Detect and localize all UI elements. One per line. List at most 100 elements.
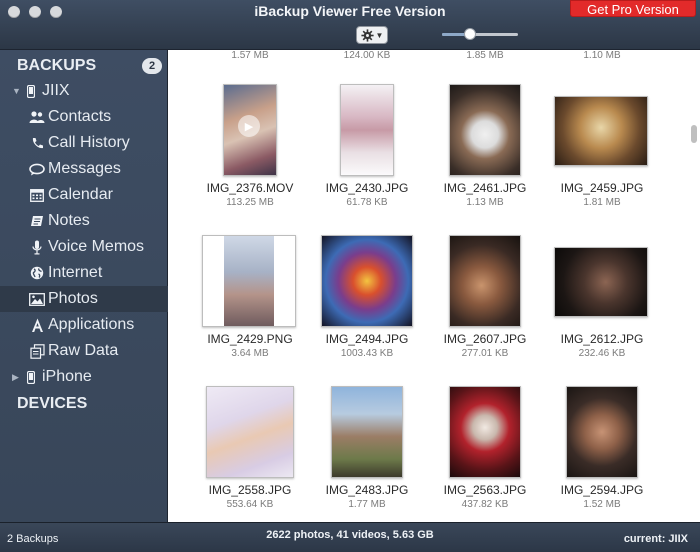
disclosure-collapsed-icon[interactable]: ▶: [12, 372, 22, 383]
photo-tile[interactable]: IMG_2594.JPG 1.52 MB: [546, 386, 658, 522]
phone-device-icon: [22, 368, 40, 386]
sidebar-item-label: Photos: [48, 290, 98, 307]
photo-thumbnail[interactable]: [321, 235, 413, 327]
vertical-scrollbar[interactable]: [691, 125, 697, 143]
sidebar-item-label: Messages: [48, 160, 121, 177]
sidebar-device-label: iPhone: [42, 368, 92, 385]
photo-tile[interactable]: IMG_2494.JPG 1003.43 KB: [311, 235, 423, 375]
file-size: 437.82 KB: [461, 499, 509, 510]
notes-icon: [28, 212, 46, 230]
file-size: 1.52 MB: [583, 499, 621, 510]
raw-data-icon: [28, 342, 46, 360]
sidebar-item-internet[interactable]: Internet: [0, 260, 168, 286]
sidebar-item-messages[interactable]: Messages: [0, 156, 168, 182]
photo-thumbnail[interactable]: [331, 386, 403, 478]
video-thumbnail[interactable]: ▶: [223, 84, 277, 176]
photo-thumbnail[interactable]: [202, 235, 296, 327]
sidebar-item-label: Voice Memos: [48, 238, 145, 255]
photo-tile[interactable]: IMG_2563.JPG 437.82 KB: [429, 386, 541, 522]
current-device-status: current: JIIX: [623, 533, 688, 545]
file-size: 1003.43 KB: [340, 348, 394, 359]
photo-tile[interactable]: IMG_2430.JPG 61.78 KB: [311, 84, 423, 224]
file-size: 1.81 MB: [583, 197, 621, 208]
sidebar-item-label: Applications: [48, 316, 135, 333]
get-pro-version-button[interactable]: Get Pro Version: [570, 0, 696, 17]
file-size: 61.78 KB: [346, 197, 388, 208]
sidebar-item-voice-memos[interactable]: Voice Memos: [0, 234, 168, 260]
title-bar: iBackup Viewer Free Version Get Pro Vers…: [0, 0, 700, 50]
photo-thumbnail[interactable]: [340, 84, 394, 176]
file-name: IMG_2429.PNG: [207, 332, 293, 346]
sidebar: BACKUPS 2 ▼ JIIX Contacts Call History M…: [0, 50, 168, 522]
sidebar-item-label: Calendar: [48, 186, 113, 203]
sidebar-item-call-history[interactable]: Call History: [0, 130, 168, 156]
file-size: 1.77 MB: [348, 499, 386, 510]
file-name: IMG_2563.JPG: [443, 483, 527, 497]
phone-device-icon: [22, 82, 40, 100]
photo-tile[interactable]: IMG_2612.JPG 232.46 KB: [546, 235, 658, 375]
photo-thumbnail[interactable]: [449, 84, 521, 176]
photo-thumbnail[interactable]: [554, 247, 648, 317]
thumbnail-size-slider[interactable]: [442, 28, 518, 40]
photo-tile[interactable]: ▶ IMG_2376.MOV 113.25 MB: [194, 84, 306, 224]
file-size: 1.85 MB: [466, 50, 504, 61]
photo-thumbnail[interactable]: [206, 386, 294, 478]
chevron-down-icon: ▼: [375, 30, 384, 40]
applications-icon: [28, 316, 46, 334]
settings-menu-button[interactable]: ▼: [356, 26, 388, 44]
disclosure-expanded-icon[interactable]: ▼: [12, 86, 22, 96]
sidebar-item-label: Notes: [48, 212, 90, 229]
microphone-icon: [28, 238, 46, 256]
phone-icon: [28, 134, 46, 152]
sidebar-item-label: Raw Data: [48, 342, 119, 359]
file-name: IMG_2483.JPG: [325, 483, 409, 497]
sidebar-item-label: Call History: [48, 134, 130, 151]
file-name: IMG_2607.JPG: [443, 332, 527, 346]
sidebar-item-calendar[interactable]: Calendar: [0, 182, 168, 208]
photo-thumbnail[interactable]: [449, 235, 521, 327]
photo-tile[interactable]: IMG_2461.JPG 1.13 MB: [429, 84, 541, 224]
photo-icon: [28, 290, 46, 308]
thumbnail-border: [203, 236, 224, 326]
globe-icon: [28, 264, 46, 282]
sidebar-item-contacts[interactable]: Contacts: [0, 104, 168, 130]
contacts-icon: [28, 108, 46, 126]
file-size: 277.01 KB: [461, 348, 509, 359]
file-size: 232.46 KB: [578, 348, 626, 359]
file-name: IMG_2459.JPG: [560, 181, 644, 195]
file-size: 1.10 MB: [583, 50, 621, 61]
file-name: IMG_2376.MOV: [206, 181, 294, 195]
sidebar-item-photos[interactable]: Photos: [0, 286, 168, 312]
sidebar-item-label: Internet: [48, 264, 103, 281]
photo-tile[interactable]: IMG_2429.PNG 3.64 MB: [194, 235, 306, 375]
backups-count-badge: 2: [142, 58, 162, 74]
library-summary: 2622 photos, 41 videos, 5.63 GB: [266, 529, 434, 541]
sidebar-item-raw-data[interactable]: Raw Data: [0, 338, 168, 364]
photo-thumbnail[interactable]: [566, 386, 638, 478]
sidebar-device-iphone[interactable]: ▶ iPhone: [0, 364, 168, 390]
backups-header: BACKUPS: [17, 57, 97, 74]
devices-header: DEVICES: [17, 395, 88, 412]
photo-tile[interactable]: IMG_2459.JPG 1.81 MB: [546, 84, 658, 224]
app-window: iBackup Viewer Free Version Get Pro Vers…: [0, 0, 700, 552]
file-name: IMG_2558.JPG: [208, 483, 292, 497]
photo-tile[interactable]: IMG_2483.JPG 1.77 MB: [311, 386, 423, 522]
file-name: IMG_2612.JPG: [560, 332, 644, 346]
photo-tile[interactable]: IMG_2558.JPG 553.64 KB: [194, 386, 306, 522]
sidebar-item-applications[interactable]: Applications: [0, 312, 168, 338]
messages-icon: [28, 160, 46, 178]
gear-icon: [360, 28, 374, 42]
sidebar-device-jiix[interactable]: ▼ JIIX: [0, 78, 168, 104]
slider-knob[interactable]: [464, 28, 477, 40]
sidebar-device-label: JIIX: [42, 82, 70, 99]
calendar-icon: [28, 186, 46, 204]
photo-tile[interactable]: IMG_2607.JPG 277.01 KB: [429, 235, 541, 375]
photo-thumbnail[interactable]: [449, 386, 521, 478]
photo-thumbnail[interactable]: [554, 96, 648, 166]
file-size: 1.13 MB: [466, 197, 504, 208]
status-bar: 2 Backups 2622 photos, 41 videos, 5.63 G…: [0, 522, 700, 552]
file-size: 1.57 MB: [231, 50, 269, 61]
sidebar-item-notes[interactable]: Notes: [0, 208, 168, 234]
file-name: IMG_2430.JPG: [325, 181, 409, 195]
sidebar-item-label: Contacts: [48, 108, 112, 125]
